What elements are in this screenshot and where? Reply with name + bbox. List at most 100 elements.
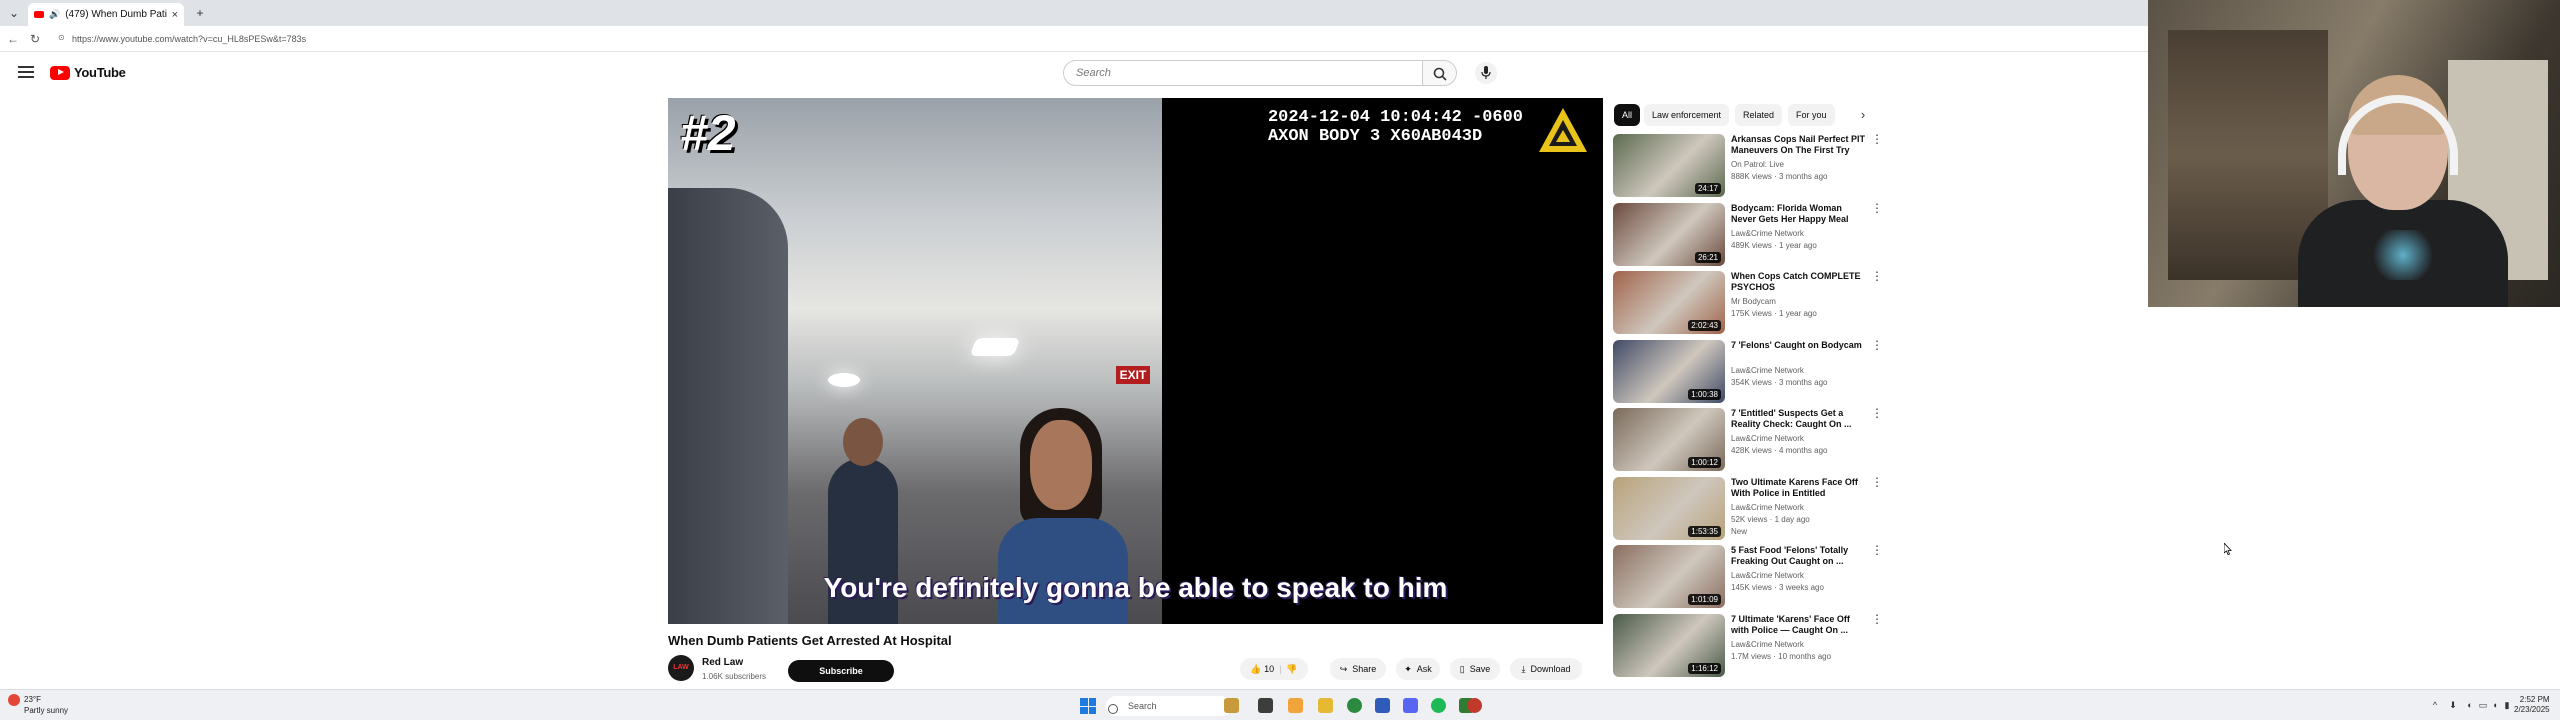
chip-related[interactable]: Related [1735, 104, 1783, 126]
browser-tab-bar: ⌄ 🔊 (479) When Dumb Patients Ge × + [0, 0, 2148, 26]
site-info-icon[interactable]: ⊙ [58, 33, 67, 42]
recommendation-item[interactable]: 24:17 Arkansas Cops Nail Perfect PIT Mane… [1613, 133, 1883, 202]
more-options-icon[interactable]: ⋮ [1871, 407, 1883, 419]
recommendation-channel[interactable]: On Patrol: Live [1731, 160, 1867, 169]
video-thumbnail[interactable]: 1:53:35 [1613, 476, 1725, 540]
recommendation-title[interactable]: 7 'Felons' Caught on Bodycam [1731, 340, 1867, 351]
voice-search-button[interactable] [1475, 62, 1497, 84]
shirt-graphic [2368, 230, 2438, 280]
reload-icon[interactable]: ↻ [26, 30, 44, 48]
search-icon [1433, 67, 1447, 81]
recommendation-item[interactable]: 1:16:12 7 Ultimate 'Karens' Face Off with… [1613, 613, 1883, 682]
subscriber-count: 1.06K subscribers [702, 672, 767, 681]
taskbar-search[interactable]: Search [1106, 696, 1232, 716]
search-button[interactable] [1423, 60, 1457, 86]
clock-date: 2/23/2025 [2514, 705, 2550, 714]
recommendation-channel[interactable]: Law&Crime Network [1731, 503, 1867, 512]
recommendation-item[interactable]: 26:21 Bodycam: Florida Woman Never Gets H… [1613, 202, 1883, 271]
windows-start-icon[interactable] [1080, 698, 1096, 714]
tab-list-icon[interactable]: ⌄ [6, 5, 22, 21]
volume-icon[interactable]: ◖ [2490, 700, 2500, 710]
recommendation-title[interactable]: 5 Fast Food 'Felons' Totally Freaking Ou… [1731, 545, 1867, 567]
more-options-icon[interactable]: ⋮ [1871, 133, 1883, 145]
battery-icon[interactable]: ▮ [2502, 700, 2512, 710]
recommendation-item[interactable]: 1:00:38 7 'Felons' Caught on Bodycam Law&C… [1613, 339, 1883, 408]
extension-icon[interactable] [1288, 698, 1303, 713]
tray-overflow-icon[interactable]: ^ [2430, 700, 2440, 710]
dislike-icon[interactable]: 👎 [1286, 664, 1297, 675]
more-options-icon[interactable]: ⋮ [1871, 270, 1883, 282]
bodycam-footage: EXIT [668, 98, 1162, 624]
video-thumbnail[interactable]: 2:02:43 [1613, 271, 1725, 334]
download-button[interactable]: ⤓ Download [1510, 658, 1582, 680]
weather-widget[interactable]: 23°F Partly sunny [8, 694, 68, 716]
back-icon[interactable]: ← [4, 30, 22, 48]
ask-button[interactable]: ✦ Ask [1396, 658, 1440, 680]
recommendation-channel[interactable]: Law&Crime Network [1731, 571, 1867, 580]
menu-icon[interactable] [18, 66, 34, 80]
chip-all[interactable]: All [1614, 104, 1641, 126]
more-options-icon[interactable]: ⋮ [1871, 339, 1883, 351]
clock[interactable]: 2:52 PM 2/23/2025 [2514, 695, 2550, 715]
url-field[interactable]: https://www.youtube.com/watch?v=cu_HL8sP… [54, 30, 2044, 48]
recommendation-title[interactable]: Bodycam: Florida Woman Never Gets Her Ha… [1731, 203, 1867, 226]
channel-name[interactable]: Red Law [702, 657, 743, 668]
ceiling-light [969, 338, 1021, 356]
recommendation-title[interactable]: Arkansas Cops Nail Perfect PIT Maneuvers… [1731, 134, 1867, 156]
weather-desc: Partly sunny [24, 706, 69, 715]
chip-law-enforcement[interactable]: Law enforcement [1644, 104, 1730, 126]
axon-logo-icon [1539, 108, 1587, 152]
tray-icon[interactable]: ◐ [2465, 700, 2475, 710]
share-button[interactable]: ↪ Share [1330, 658, 1386, 680]
save-button[interactable]: ▯ Save [1450, 658, 1500, 680]
webcam-overlay [2148, 0, 2560, 307]
recommendation-title[interactable]: When Cops Catch COMPLETE PSYCHOS [1731, 271, 1867, 293]
recommendation-item[interactable]: 2:02:43 When Cops Catch COMPLETE PSYCHOS M… [1613, 270, 1883, 339]
tray-app-icon[interactable]: ⬇ [2448, 700, 2458, 710]
recommendation-channel[interactable]: Law&Crime Network [1731, 640, 1867, 649]
recommendation-channel[interactable]: Law&Crime Network [1731, 229, 1867, 238]
recommendation-title[interactable]: Two Ultimate Karens Face Off With Police… [1731, 477, 1867, 500]
store-icon[interactable] [1375, 698, 1390, 713]
recommendation-title[interactable]: 7 Ultimate 'Karens' Face Off with Police… [1731, 614, 1867, 636]
file-explorer-icon[interactable] [1318, 698, 1333, 713]
more-options-icon[interactable]: ⋮ [1871, 476, 1883, 488]
more-options-icon[interactable]: ⋮ [1871, 613, 1883, 625]
subscribe-button[interactable]: Subscribe [788, 660, 894, 682]
search-input[interactable]: Search [1063, 60, 1423, 86]
task-view-icon[interactable] [1258, 698, 1273, 713]
chrome-icon[interactable] [1347, 698, 1362, 713]
video-thumbnail[interactable]: 24:17 [1613, 134, 1725, 197]
video-thumbnail[interactable]: 1:00:12 [1613, 408, 1725, 471]
more-options-icon[interactable]: ⋮ [1871, 202, 1883, 214]
youtube-logo[interactable]: YouTube [50, 65, 126, 80]
browser-tab[interactable]: 🔊 (479) When Dumb Patients Ge × [28, 3, 184, 26]
audio-playing-icon[interactable]: 🔊 [49, 9, 60, 20]
recording-app-icon[interactable] [1467, 698, 1482, 713]
taskbar-app-icon[interactable] [1224, 698, 1239, 713]
close-tab-icon[interactable]: × [172, 9, 178, 21]
video-thumbnail[interactable]: 1:00:38 [1613, 339, 1725, 403]
address-bar-row: ← ↻ https://www.youtube.com/watch?v=cu_H… [0, 26, 2148, 52]
rank-overlay: #2 [680, 105, 736, 161]
recommendation-item[interactable]: 1:01:09 5 Fast Food 'Felons' Totally Frea… [1613, 544, 1883, 613]
recommendation-item[interactable]: 1:53:35 Two Ultimate Karens Face Off With… [1613, 476, 1883, 545]
discord-icon[interactable] [1403, 698, 1418, 713]
video-thumbnail[interactable]: 1:01:09 [1613, 545, 1725, 608]
like-button[interactable]: 👍 10 [1250, 664, 1274, 675]
network-icon[interactable]: ▭ [2478, 700, 2488, 710]
video-player[interactable]: EXIT #2 2024-12-04 10:04:42 -0600 AXON B… [668, 98, 1603, 624]
new-tab-button[interactable]: + [192, 5, 208, 21]
recommendation-item[interactable]: 1:00:12 7 'Entitled' Suspects Get a Reali… [1613, 407, 1883, 476]
video-thumbnail[interactable]: 1:16:12 [1613, 613, 1725, 677]
spotify-icon[interactable] [1431, 698, 1446, 713]
recommendation-channel[interactable]: Law&Crime Network [1731, 434, 1867, 443]
channel-avatar[interactable]: LAW [668, 655, 694, 681]
recommendation-channel[interactable]: Mr Bodycam [1731, 297, 1867, 306]
more-options-icon[interactable]: ⋮ [1871, 544, 1883, 556]
chip-for-you[interactable]: For you [1788, 104, 1835, 126]
recommendation-title[interactable]: 7 'Entitled' Suspects Get a Reality Chec… [1731, 408, 1867, 430]
video-thumbnail[interactable]: 26:21 [1613, 202, 1725, 266]
chevron-right-icon[interactable]: › [1852, 104, 1874, 126]
recommendation-channel[interactable]: Law&Crime Network [1731, 366, 1867, 375]
